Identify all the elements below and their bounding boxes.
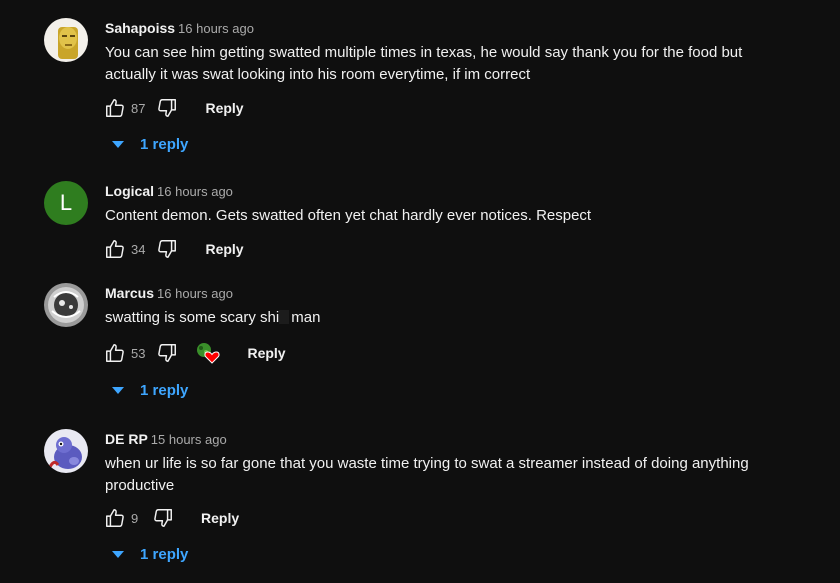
reply-button[interactable]: Reply xyxy=(205,241,243,257)
view-replies-button[interactable]: 1 reply xyxy=(110,136,188,153)
comment-actions: 87 Reply xyxy=(103,96,244,120)
comment-text-part: man xyxy=(291,309,321,326)
author-name[interactable]: Logical xyxy=(105,183,154,199)
comment-text: Content demon. Gets swatted often yet ch… xyxy=(105,205,785,227)
redaction-mark xyxy=(279,310,290,324)
comment-text-part: swatting is some scary shi xyxy=(105,309,280,326)
avatar[interactable] xyxy=(44,18,88,62)
thumbs-up-icon xyxy=(106,344,124,362)
avatar-letter: L xyxy=(59,190,73,215)
author-name[interactable]: Sahapoiss xyxy=(105,20,175,36)
comment-text: You can see him getting swatted multiple… xyxy=(105,42,785,86)
comment-time[interactable]: 15 hours ago xyxy=(151,432,227,447)
replies-count: 1 reply xyxy=(140,136,189,153)
thumbs-down-icon xyxy=(158,99,177,117)
comment-text-line: productive xyxy=(105,477,175,494)
comment-actions: 53 Reply xyxy=(103,341,286,365)
comment-header: DE RP 15 hours ago xyxy=(105,431,227,447)
like-button[interactable] xyxy=(103,237,127,261)
like-button[interactable] xyxy=(103,341,127,365)
comment-text-line: Content demon. Gets swatted often yet ch… xyxy=(105,207,592,224)
author-name[interactable]: Marcus xyxy=(105,285,154,301)
comment-actions: 34 Reply xyxy=(103,237,244,261)
comment-text-line: when ur life is so far gone that you was… xyxy=(105,455,749,472)
comment-time[interactable]: 16 hours ago xyxy=(157,286,233,301)
replies-count: 1 reply xyxy=(140,382,189,399)
caret-down-icon xyxy=(112,387,124,394)
like-button[interactable] xyxy=(103,96,127,120)
thumbs-down-icon xyxy=(154,509,172,527)
thumbs-down-icon xyxy=(158,240,177,258)
dislike-button[interactable] xyxy=(151,506,175,530)
dislike-button[interactable] xyxy=(155,96,179,120)
like-count: 9 xyxy=(131,510,139,526)
replies-count: 1 reply xyxy=(140,546,189,563)
reply-button[interactable]: Reply xyxy=(247,345,285,361)
author-name[interactable]: DE RP xyxy=(105,431,148,447)
reply-button[interactable]: Reply xyxy=(201,510,239,526)
reply-button[interactable]: Reply xyxy=(205,100,243,116)
like-count: 34 xyxy=(131,241,146,257)
comment-actions: 9 Reply xyxy=(103,506,239,530)
dislike-button[interactable] xyxy=(155,341,179,365)
thumbs-up-icon xyxy=(106,240,124,258)
comment-time[interactable]: 16 hours ago xyxy=(157,184,233,199)
comment-header: Sahapoiss 16 hours ago xyxy=(105,20,254,36)
avatar[interactable] xyxy=(44,429,88,473)
creator-heart-icon xyxy=(195,341,221,365)
comment-text-line: You can see him getting swatted multiple… xyxy=(105,44,743,61)
caret-down-icon xyxy=(112,551,124,558)
avatar[interactable] xyxy=(44,283,88,327)
like-button[interactable] xyxy=(103,506,127,530)
comment-text-line: actually it was swat looking into his ro… xyxy=(105,66,531,83)
thumbs-down-icon xyxy=(158,344,177,362)
comment-time[interactable]: 16 hours ago xyxy=(178,21,254,36)
comments-section: Sahapoiss 16 hours ago You can see him ge… xyxy=(0,0,840,583)
caret-down-icon xyxy=(112,141,124,148)
comment-header: Marcus 16 hours ago xyxy=(105,285,233,301)
comment-text: swatting is some scary shi man xyxy=(105,307,785,329)
like-count: 53 xyxy=(131,345,146,361)
comment-header: Logical 16 hours ago xyxy=(105,183,233,199)
avatar[interactable]: L xyxy=(44,181,88,225)
comment-text: when ur life is so far gone that you was… xyxy=(105,453,785,497)
dislike-button[interactable] xyxy=(155,237,179,261)
like-count: 87 xyxy=(131,100,146,116)
thumbs-up-icon xyxy=(106,509,124,527)
view-replies-button[interactable]: 1 reply xyxy=(110,546,188,563)
view-replies-button[interactable]: 1 reply xyxy=(110,382,188,399)
thumbs-up-icon xyxy=(106,99,124,117)
